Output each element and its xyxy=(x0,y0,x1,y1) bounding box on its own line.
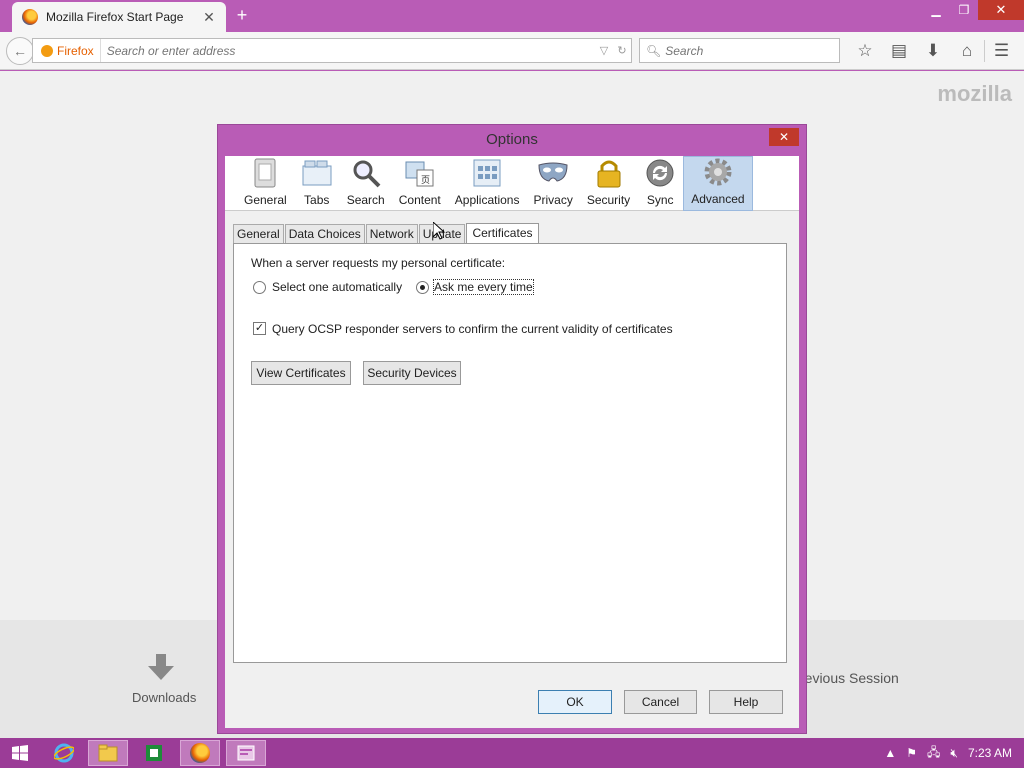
dialog-body: General Tabs Search 页 Content Applicatio… xyxy=(225,156,799,728)
pane-label: Applications xyxy=(454,193,520,207)
mozilla-logo: mozilla xyxy=(937,81,1012,106)
switch-icon xyxy=(249,157,281,189)
pane-label: Sync xyxy=(646,193,674,207)
pane-label: Advanced xyxy=(691,192,745,206)
bookmarks-menu-icon[interactable]: ▤ xyxy=(882,40,916,62)
internet-explorer-icon[interactable] xyxy=(44,740,84,766)
search-icon: 🔍︎ xyxy=(646,43,662,58)
search-input[interactable] xyxy=(665,43,826,58)
file-explorer-icon[interactable] xyxy=(88,740,128,766)
ok-button[interactable]: OK xyxy=(538,690,612,714)
ocsp-checkbox-label[interactable]: Query OCSP responder servers to confirm … xyxy=(272,322,673,336)
sync-icon xyxy=(644,157,676,189)
svg-text:页: 页 xyxy=(421,175,430,186)
toolbar-icons: ☆ ▤ ⬇ ⌂ ☰ xyxy=(848,40,1018,62)
pane-label: Tabs xyxy=(304,193,330,207)
taskbar: ▲ ⚑ 🖧︎ 🔇︎ 7:23 AM xyxy=(0,738,1024,768)
close-tab-icon[interactable]: ✕ xyxy=(202,9,216,26)
pane-tabs[interactable]: Tabs xyxy=(294,156,340,211)
cert-request-label: When a server requests my personal certi… xyxy=(251,256,506,270)
tabs-icon xyxy=(301,157,333,189)
options-dialog: Options ✕ General Tabs Search 页 Content … xyxy=(217,124,807,734)
window-controls: ▁ ❐ ✕ xyxy=(922,0,1024,22)
padlock-icon xyxy=(593,157,625,189)
dialog-title: Options xyxy=(486,131,538,148)
hamburger-menu-icon[interactable]: ☰ xyxy=(984,40,1018,62)
help-button[interactable]: Help xyxy=(709,690,783,714)
search-bar[interactable]: 🔍︎ xyxy=(639,38,840,63)
subtab-data-choices[interactable]: Data Choices xyxy=(284,224,365,244)
magnifier-icon xyxy=(350,157,382,189)
options-window-taskbar-icon[interactable] xyxy=(226,740,266,766)
identity-label: Firefox xyxy=(57,43,94,58)
system-tray: ▲ ⚑ 🖧︎ 🔇︎ 7:23 AM xyxy=(874,738,1012,768)
dialog-close-icon[interactable]: ✕ xyxy=(769,128,799,146)
advanced-subtabs: General Data Choices Network Update Cert… xyxy=(233,222,540,245)
downloads-label[interactable]: Downloads xyxy=(132,690,196,705)
site-identity[interactable]: Firefox xyxy=(33,39,101,62)
pane-search[interactable]: Search xyxy=(340,156,392,211)
reload-icon[interactable]: ↻ xyxy=(613,44,631,57)
subtab-network[interactable]: Network xyxy=(365,224,418,244)
firefox-icon xyxy=(41,44,53,57)
applications-icon xyxy=(471,157,503,189)
home-icon[interactable]: ⌂ xyxy=(950,40,984,62)
pane-applications[interactable]: Applications xyxy=(448,156,527,211)
spreadsheet-app-icon[interactable] xyxy=(134,740,174,766)
pane-label: Content xyxy=(398,193,441,207)
start-windows-icon[interactable] xyxy=(0,740,40,766)
mouse-cursor-icon xyxy=(433,222,445,240)
address-input[interactable] xyxy=(100,43,595,58)
radio-ask-every-time-label[interactable]: Ask me every time xyxy=(433,279,534,295)
show-hidden-icons-icon[interactable]: ▲ xyxy=(884,746,896,760)
bookmark-star-icon[interactable]: ☆ xyxy=(848,40,882,62)
mask-icon xyxy=(537,157,569,189)
security-devices-button[interactable]: Security Devices xyxy=(363,361,461,385)
pane-general[interactable]: General xyxy=(237,156,294,211)
pane-label: Security xyxy=(586,193,631,207)
close-window-icon[interactable]: ✕ xyxy=(978,0,1024,20)
firefox-taskbar-icon[interactable] xyxy=(180,740,220,766)
volume-muted-icon[interactable]: 🔇︎ xyxy=(950,746,958,761)
pane-security[interactable]: Security xyxy=(580,156,637,211)
radio-select-automatically-label[interactable]: Select one automatically xyxy=(272,280,402,294)
pane-sync[interactable]: Sync xyxy=(637,156,683,211)
minimize-icon[interactable]: ▁ xyxy=(922,0,950,20)
downloads-arrow-icon[interactable] xyxy=(146,652,176,682)
firefox-icon xyxy=(22,9,38,25)
navigation-toolbar: ← Firefox ▽ ↻ 🔍︎ ☆ ▤ ⬇ ⌂ ☰ xyxy=(0,32,1024,70)
pane-label: Search xyxy=(346,193,385,207)
certificates-panel: When a server requests my personal certi… xyxy=(233,243,787,663)
subtab-certificates[interactable]: Certificates xyxy=(466,223,539,245)
url-bar[interactable]: Firefox ▽ ↻ xyxy=(32,38,632,63)
title-bar: Mozilla Firefox Start Page ✕ + ▁ ❐ ✕ xyxy=(0,0,1024,32)
view-certificates-button[interactable]: View Certificates xyxy=(251,361,351,385)
pane-advanced[interactable]: Advanced xyxy=(683,156,753,211)
tab-title: Mozilla Firefox Start Page xyxy=(46,10,184,24)
content-icon: 页 xyxy=(404,157,436,189)
pane-privacy[interactable]: Privacy xyxy=(526,156,579,211)
subtab-general[interactable]: General xyxy=(233,224,284,244)
new-tab-button[interactable]: + xyxy=(232,6,252,26)
radio-select-automatically[interactable] xyxy=(253,281,266,294)
radio-ask-every-time[interactable] xyxy=(416,281,429,294)
tab-start-page[interactable]: Mozilla Firefox Start Page ✕ xyxy=(12,2,226,32)
restore-icon[interactable]: ❐ xyxy=(950,0,978,20)
clock[interactable]: 7:23 AM xyxy=(968,746,1012,760)
pane-label: Privacy xyxy=(533,193,573,207)
back-arrow-icon[interactable]: ← xyxy=(6,37,34,65)
downloads-icon[interactable]: ⬇ xyxy=(916,40,950,62)
ocsp-checkbox[interactable]: ✓ xyxy=(253,322,266,335)
gear-icon xyxy=(702,156,734,188)
action-center-flag-icon[interactable]: ⚑ xyxy=(906,746,917,760)
dropdown-arrow-icon[interactable]: ▽ xyxy=(595,44,613,57)
network-icon[interactable]: 🖧︎ xyxy=(927,743,940,764)
pane-selector: General Tabs Search 页 Content Applicatio… xyxy=(225,156,799,211)
restore-session-label[interactable]: revious Session xyxy=(800,670,899,686)
cancel-button[interactable]: Cancel xyxy=(624,690,697,714)
pane-content[interactable]: 页 Content xyxy=(392,156,448,211)
pane-label: General xyxy=(244,193,287,207)
